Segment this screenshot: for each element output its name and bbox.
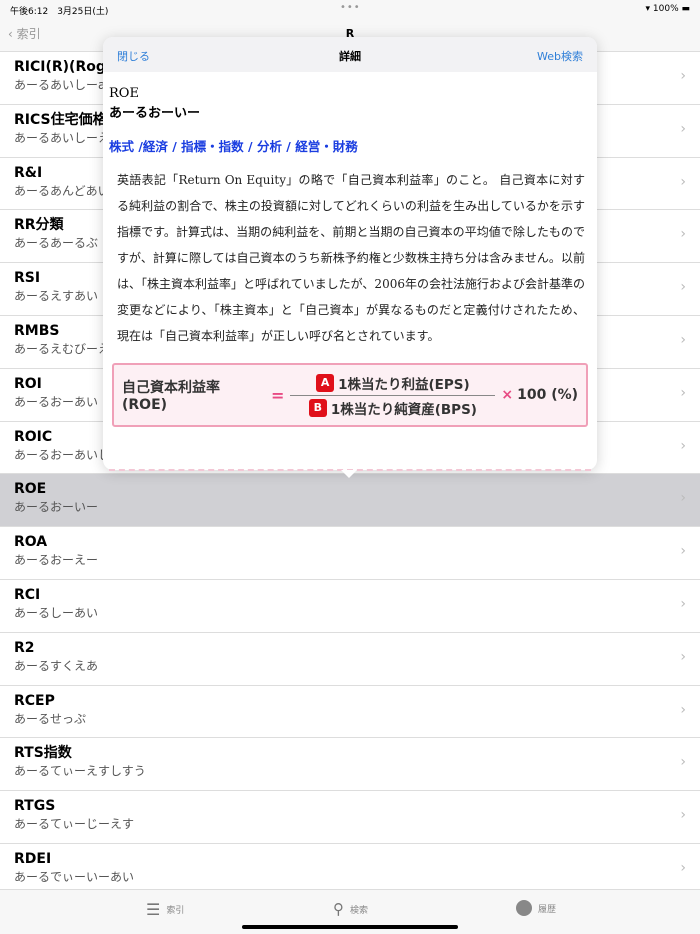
roe-formula: 自己資本利益率(ROE) = A 1株当たり利益(EPS) B 1株当たり純資産(B… [112, 363, 588, 427]
clock-icon [516, 900, 532, 916]
formula-times: × [501, 387, 514, 403]
chevron-right-icon: › [680, 437, 686, 454]
item-reading: あーるすくえあ [14, 658, 99, 673]
status-bar: 午後6:12 3月25日(土) ••• ▾ 100% ▬ [0, 0, 700, 18]
item-reading: あーるしーあい [14, 605, 99, 620]
term-reading: あーるおーいー [109, 106, 201, 121]
chevron-right-icon: › [680, 754, 686, 771]
chevron-right-icon: › [680, 543, 686, 560]
tab-history-label: 履歴 [538, 904, 557, 915]
battery-indicator: ▾ 100% ▬ [645, 4, 691, 14]
item-reading: あーるでぃーいーあい [14, 869, 135, 884]
chevron-right-icon: › [680, 859, 686, 876]
chevron-right-icon: › [680, 490, 686, 507]
web-search-button[interactable]: Web検索 [537, 48, 583, 64]
item-reading: あーるおーいー [14, 500, 99, 515]
tab-index[interactable]: ☰ 索引 [146, 900, 184, 919]
tab-search-label: 検索 [350, 905, 369, 916]
item-title: ROA [14, 534, 48, 551]
list-item[interactable]: RCEP あーるせっぷ › [0, 686, 700, 739]
item-reading: あーるおーえー [14, 553, 99, 568]
chevron-right-icon: › [680, 701, 686, 718]
item-title: RDEI [14, 850, 52, 867]
badge-a: A [316, 373, 335, 392]
popover-header: 閉じる 詳細 Web検索 [103, 37, 597, 72]
formula-rhs: 100 (%) [517, 387, 579, 403]
chevron-right-icon: › [680, 595, 686, 612]
tab-search[interactable]: ⚲ 検索 [333, 900, 368, 918]
list-item[interactable]: RTGS あーるてぃーじーえす › [0, 791, 700, 844]
tab-history[interactable]: 履歴 [516, 900, 556, 916]
list-item[interactable]: RCI あーるしーあい › [0, 580, 700, 633]
chevron-right-icon: › [680, 68, 686, 84]
item-title: RTS指数 [14, 745, 72, 762]
chevron-right-icon: › [680, 279, 686, 296]
formula-numerator: 1株当たり利益(EPS) [338, 376, 470, 393]
search-icon: ⚲ [333, 900, 344, 918]
detail-popover: 閉じる 詳細 Web検索 ROE あーるおーいー 株式 /経済 / 指標・指数 … [103, 37, 597, 478]
item-reading: あーるてぃーえすしすう [14, 764, 146, 779]
tab-index-label: 索引 [166, 906, 185, 916]
item-reading: あーるてぃーじーえす [14, 817, 135, 832]
chevron-right-icon: › [680, 807, 686, 824]
formula-fraction: A 1株当たり利益(EPS) B 1株当たり純資産(BPS) [290, 371, 496, 420]
formula-lhs: 自己資本利益率(ROE) [122, 380, 220, 413]
formula-equals: = [271, 385, 285, 405]
badge-b: B [308, 398, 327, 417]
list-icon: ☰ [146, 900, 161, 919]
item-title: RCI [14, 586, 41, 603]
item-reading: あーるせっぷ [14, 711, 87, 726]
item-title: RCEP [14, 692, 55, 709]
term-title: ROE [109, 86, 139, 101]
chevron-right-icon: › [680, 173, 686, 190]
popover-title: 詳細 [339, 50, 361, 63]
home-indicator [242, 925, 458, 929]
list-item[interactable]: ROE あーるおーいー › [0, 474, 700, 528]
multitask-dots[interactable]: ••• [340, 2, 361, 13]
list-item[interactable]: ROA あーるおーえー › [0, 527, 700, 580]
category-links[interactable]: 株式 /経済 / 指標・指数 / 分析 / 経営・財務 [109, 136, 591, 155]
term-description: 英語表記「Return On Equity」の略で「自己資本利益率」のこと。 自… [117, 173, 585, 343]
item-title: ROE [14, 481, 47, 498]
status-time: 午後6:12 3月25日(土) [10, 7, 109, 17]
chevron-right-icon: › [680, 384, 686, 401]
item-title: R2 [14, 639, 35, 656]
battery-percent: 100% [652, 4, 679, 14]
list-item[interactable]: RTS指数あーるてぃーえすしすう › [0, 738, 700, 792]
list-item[interactable]: R2 あーるすくえあ › [0, 633, 700, 686]
chevron-right-icon: › [680, 648, 686, 665]
chevron-right-icon: › [680, 120, 686, 137]
formula-denominator: 1株当たり純資産(BPS) [330, 401, 477, 418]
chevron-right-icon: › [680, 331, 686, 348]
popover-arrow [341, 470, 357, 478]
item-title: RTGS [14, 798, 56, 815]
chevron-right-icon: › [680, 226, 686, 243]
